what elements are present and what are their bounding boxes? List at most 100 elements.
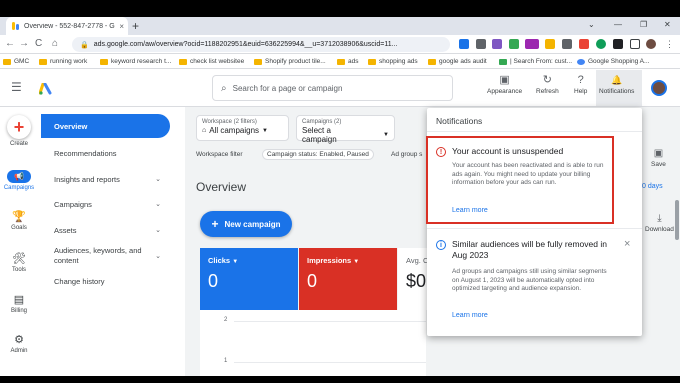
gridline [234,321,426,322]
workspace-selector[interactable]: Workspace (2 filters) ⌂ All campaigns ▼ [196,115,289,141]
extension-icon[interactable] [596,39,606,49]
chevron-down-icon: ⌄ [155,176,161,183]
dropdown-arrow-icon: ▼ [383,132,389,138]
bookmark[interactable]: ads [337,55,358,68]
bookmark[interactable]: running work [39,55,87,68]
new-tab-button[interactable]: + [132,18,139,34]
extension-icon[interactable] [476,39,486,49]
metric-card-avg-cpc[interactable]: Avg. C $0 [398,248,428,310]
extension-icon[interactable] [492,39,502,49]
bookmark[interactable]: keyword research t... [100,55,171,68]
download-icon: ⤓ [657,213,662,224]
y-tick-label: 2 [224,317,228,323]
extension-icon[interactable] [545,39,555,49]
new-campaign-button[interactable]: + New campaign [200,211,292,237]
rail-campaigns[interactable]: 📢 Campaigns [0,170,38,191]
google-ads-logo[interactable] [38,82,52,95]
help-icon: ? [577,74,584,86]
sidepanel-icon[interactable] [630,39,640,49]
dismiss-close-icon[interactable]: × [624,238,630,250]
refresh-icon: ↻ [542,74,552,86]
date-range-label[interactable]: 0 days [642,183,663,190]
extensions-puzzle-icon[interactable] [613,39,623,49]
bookmark[interactable]: check list websitee [179,55,244,68]
download-button[interactable]: ⤓ Download [645,213,674,233]
rail-goals[interactable]: 🏆 Goals [0,211,38,231]
campaign-selector[interactable]: Campaigns (2) Select a campaign ▼ [296,115,395,144]
chevron-down-icon: ⌄ [155,227,161,234]
filter-icon: ⌂ [202,127,207,134]
back-button[interactable]: ← [5,36,15,52]
home-button[interactable]: ⌂ [52,36,58,52]
folder-icon [499,58,507,65]
tab-search-icon[interactable]: ⌄ [588,18,595,32]
nav-assets[interactable]: Assets ⌄ [41,222,185,238]
adgroup-filter-chip[interactable]: Ad group s [391,151,422,158]
rail-admin[interactable]: ⚙ Admin [0,334,38,354]
notifications-title: Notifications [436,116,483,126]
bookmark[interactable]: shopping ads [368,55,418,68]
metric-card-impressions[interactable]: Impressions ▼ 0 [299,248,397,310]
window-close-button[interactable]: ✕ [664,18,671,32]
learn-more-link[interactable]: Learn more [452,312,488,319]
refresh-button[interactable]: ↻ Refresh [536,74,559,102]
plus-icon: + [211,217,219,231]
chrome-menu-icon[interactable]: ⋮ [665,39,675,49]
notification-title: Your account is unsuspended [452,146,564,156]
page-scrollbar[interactable] [675,200,679,240]
nav-insights-reports[interactable]: Insights and reports ⌄ [41,171,185,187]
nav-audiences[interactable]: Audiences, keywords, and content ⌄ [41,244,185,268]
status-filter-chip[interactable]: Campaign status: Enabled, Paused [262,149,374,160]
main-menu-icon[interactable]: ☰ [11,80,22,94]
rail-create[interactable]: + Create [0,115,38,147]
bookmark[interactable]: Google Shopping A... [577,55,649,68]
alert-icon: ! [436,147,446,157]
nav-overview[interactable]: Overview [41,114,170,138]
metric-card-clicks[interactable]: Clicks ▼ 0 [200,248,298,310]
appearance-button[interactable]: ▣ Appearance [487,74,522,102]
profile-avatar-icon[interactable] [646,39,656,49]
learn-more-link[interactable]: Learn more [452,207,488,214]
rail-billing[interactable]: ▤ Billing [0,294,38,314]
account-avatar[interactable] [651,80,667,96]
extension-icon[interactable] [562,39,572,49]
extension-icon[interactable] [459,39,469,49]
rail-tools[interactable]: 🛠 Tools [0,253,38,273]
top-black-bar [0,0,680,17]
extension-icon[interactable] [509,39,519,49]
dropdown-arrow-icon: ▼ [262,127,268,134]
minimize-button[interactable]: — [614,18,622,32]
extension-icon[interactable] [579,39,589,49]
folder-icon [39,58,47,65]
forward-button[interactable]: → [19,36,29,52]
help-button[interactable]: ? Help [574,74,587,102]
nav-change-history[interactable]: Change history [41,273,185,289]
gridline [234,362,426,363]
bookmark[interactable]: GMC [3,55,29,68]
extension-icon[interactable] [525,39,539,49]
google-ads-favicon-icon [12,22,20,30]
folder-icon [179,58,187,65]
search-box[interactable]: ⌕ Search for a page or campaign [212,75,453,101]
browser-tab[interactable]: Overview - 552-847-2778 - Goog × [6,17,128,35]
address-bar[interactable]: 🔒 ads.google.com/aw/overview?ocid=118820… [72,37,450,52]
bookmark[interactable]: | Search From: cust... [499,55,572,68]
lock-icon: 🔒 [80,41,89,49]
nav-campaigns[interactable]: Campaigns ⌄ [41,196,185,212]
save-button[interactable]: ▣ Save [651,148,666,168]
trophy-icon: 🏆 [12,211,26,223]
bookmark[interactable]: google ads audit [428,55,487,68]
megaphone-icon: 📢 [7,170,31,183]
search-icon: ⌕ [221,82,227,94]
bookmark[interactable]: Shopify product tile... [254,55,326,68]
bell-icon: 🔔 [611,75,623,85]
screen: Overview - 552-847-2778 - Goog × + ⌄ — ❐… [0,0,680,383]
notifications-button[interactable]: 🔔 Notifications [599,74,634,102]
info-icon: i [436,240,446,250]
tab-close-icon[interactable]: × [119,22,128,31]
tools-icon: 🛠 [12,253,26,265]
reload-button[interactable]: C [35,36,42,52]
maximize-button[interactable]: ❐ [640,18,647,32]
nav-recommendations[interactable]: Recommendations [41,145,185,161]
search-placeholder: Search for a page or campaign [232,83,343,93]
